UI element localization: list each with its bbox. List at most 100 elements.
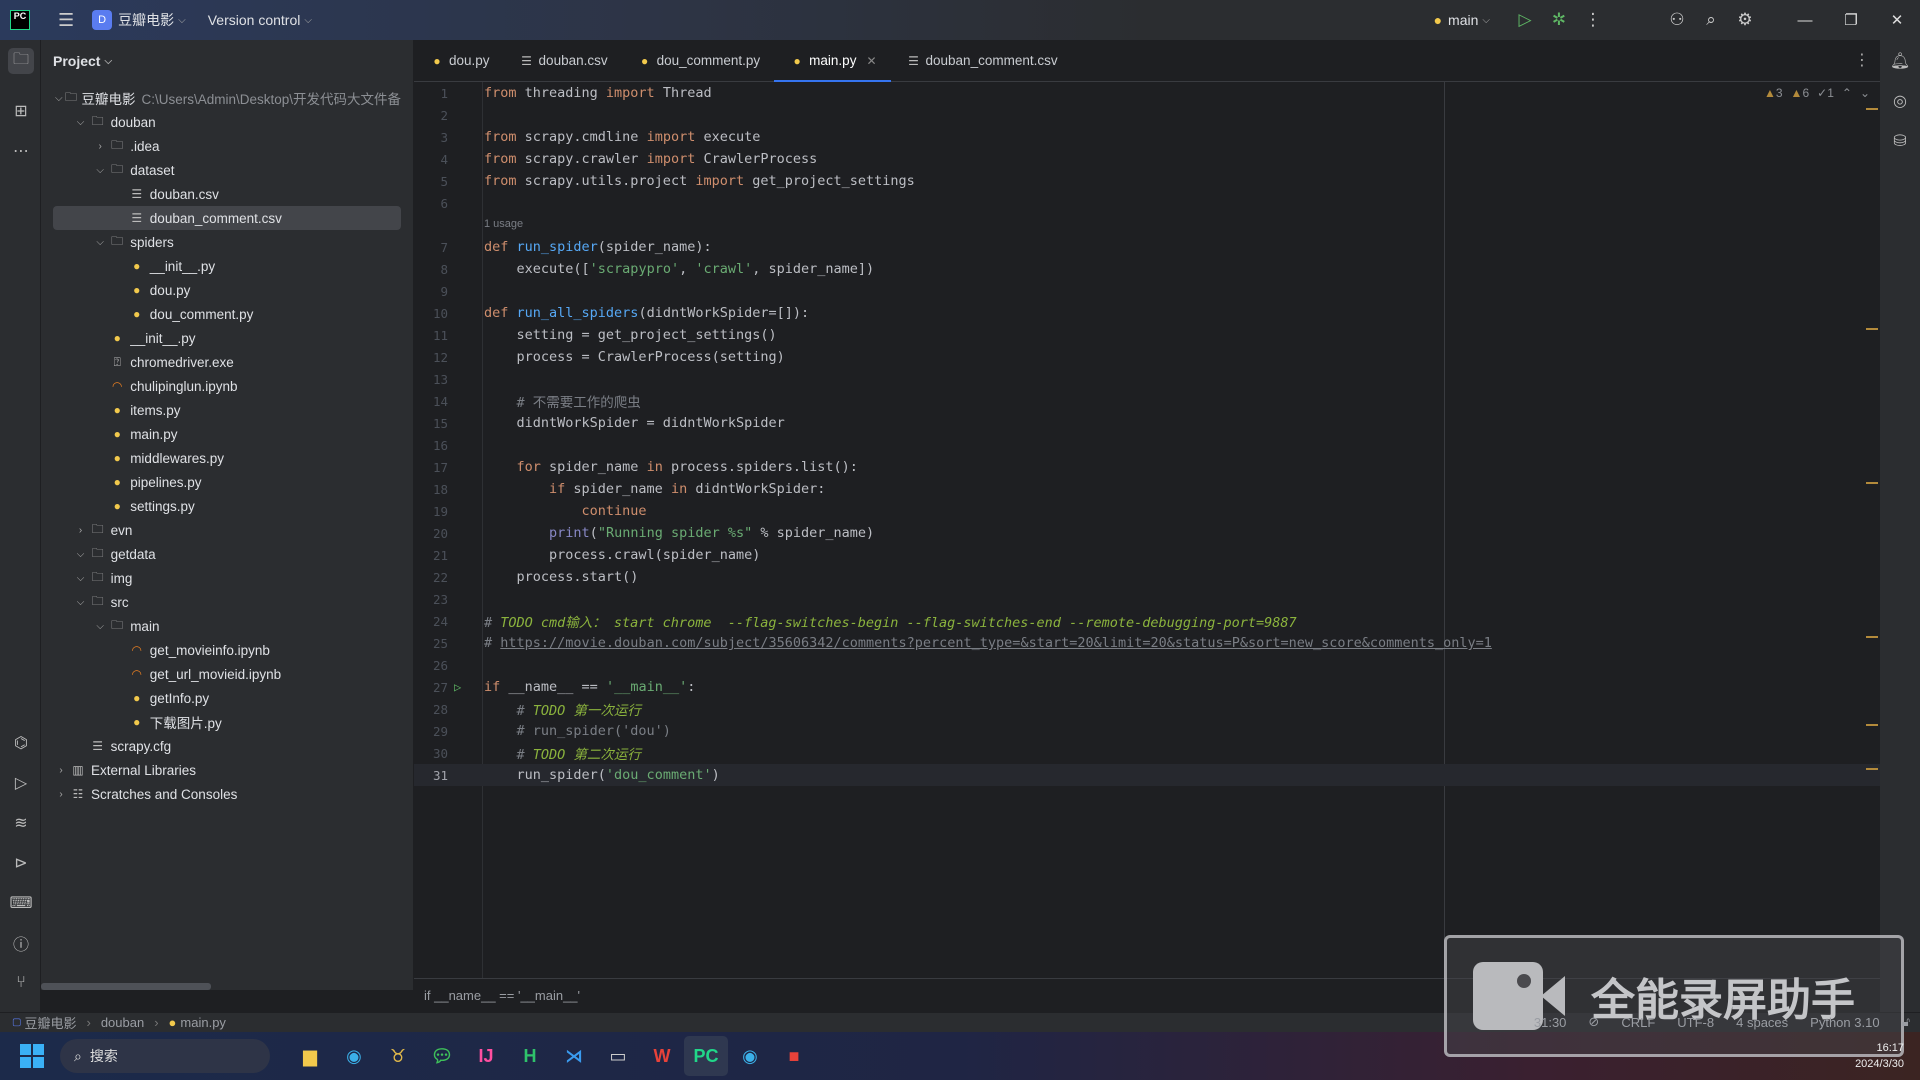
close-window-button[interactable]: ✕ xyxy=(1874,11,1920,29)
terminal-icon[interactable]: ⌨ xyxy=(8,890,34,916)
tree-item[interactable]: ● pipelines.py xyxy=(53,470,401,494)
error-stripe-mark[interactable] xyxy=(1866,482,1878,484)
project-panel-header[interactable]: Project ⌵ xyxy=(41,40,413,82)
line-number[interactable]: 23 xyxy=(414,592,448,607)
chevron-down-icon[interactable]: ⌵ xyxy=(92,237,108,248)
tree-item[interactable]: › ☷ Scratches and Consoles xyxy=(53,782,401,806)
line-number[interactable]: 5 xyxy=(414,174,448,189)
line-number[interactable]: 30 xyxy=(414,746,448,761)
lock-icon[interactable]: 🔓︎ xyxy=(1902,1014,1910,1030)
navicat-icon[interactable]: ♉ xyxy=(376,1036,420,1076)
search-icon[interactable]: ⌕ xyxy=(1694,10,1728,30)
file-explorer-icon[interactable]: ▆ xyxy=(288,1036,332,1076)
chevron-right-icon[interactable]: › xyxy=(53,789,69,800)
database-icon[interactable]: ⛁ xyxy=(1887,128,1913,154)
line-number[interactable]: 22 xyxy=(414,570,448,585)
tree-item[interactable]: ☰ douban_comment.csv xyxy=(53,206,401,230)
line-number[interactable]: 20 xyxy=(414,526,448,541)
more-icon[interactable]: ⋮ xyxy=(1576,10,1610,30)
tab-options-icon[interactable]: ⋮ xyxy=(1854,50,1870,70)
line-separator[interactable]: CRLF xyxy=(1621,1015,1655,1030)
main-menu-icon[interactable]: ☰ xyxy=(58,10,74,31)
run-gutter-icon[interactable]: ▷ xyxy=(454,680,461,694)
breadcrumb-scope[interactable]: if __name__ == '__main__' xyxy=(424,988,580,1003)
tree-item[interactable]: ● getInfo.py xyxy=(53,686,401,710)
line-number[interactable]: 15 xyxy=(414,416,448,431)
tree-item[interactable]: ◠ get_url_movieid.ipynb xyxy=(53,662,401,686)
next-highlight-icon[interactable]: ⌄ xyxy=(1860,86,1870,100)
tree-item[interactable]: ● __init__.py xyxy=(53,326,401,350)
line-number[interactable]: 3 xyxy=(414,130,448,145)
line-number[interactable]: 4 xyxy=(414,152,448,167)
python-packages-icon[interactable]: ⌬ xyxy=(8,730,34,756)
code-editor[interactable]: 1 from threading import Thread 2 3 from scra… xyxy=(414,82,1880,978)
run-config-selector[interactable]: main xyxy=(1448,12,1478,28)
tree-item[interactable]: ● middlewares.py xyxy=(53,446,401,470)
nav-path-file[interactable]: main.py xyxy=(180,1015,226,1030)
tab-main-py[interactable]: ● main.py ✕ xyxy=(774,40,891,83)
line-number[interactable]: 27 xyxy=(414,680,448,695)
chevron-down-icon[interactable]: ⌵ xyxy=(73,573,89,584)
error-stripe-mark[interactable] xyxy=(1866,724,1878,726)
line-number[interactable]: 10 xyxy=(414,306,448,321)
structure-tool-icon[interactable]: ⊞ xyxy=(8,98,34,124)
layers-icon[interactable]: ≋ xyxy=(8,810,34,836)
line-number[interactable]: 14 xyxy=(414,394,448,409)
tree-item[interactable]: ☰ douban.csv xyxy=(53,182,401,206)
tree-item[interactable]: ● dou_comment.py xyxy=(53,302,401,326)
file-encoding[interactable]: UTF-8 xyxy=(1677,1015,1714,1030)
no-vcs-icon[interactable]: ⊘ xyxy=(1588,1014,1599,1030)
line-number[interactable]: 26 xyxy=(414,658,448,673)
notifications-icon[interactable]: 🔔︎ xyxy=(1887,48,1913,74)
edge-icon[interactable]: ◉ xyxy=(728,1036,772,1076)
tree-item[interactable]: ⍰ chromedriver.exe xyxy=(53,350,401,374)
services-icon[interactable]: ⊳ xyxy=(8,850,34,876)
chevron-down-icon[interactable]: ⌵ xyxy=(92,165,108,176)
error-stripe-mark[interactable] xyxy=(1866,328,1878,330)
maximize-button[interactable]: ❐ xyxy=(1828,11,1874,29)
tree-item[interactable]: ⌵ 🗀 img xyxy=(53,566,401,590)
system-clock[interactable]: 16:17 2024/3/30 xyxy=(1855,1040,1904,1072)
tree-item[interactable]: ● items.py xyxy=(53,398,401,422)
project-badge[interactable]: D xyxy=(92,10,113,30)
line-number[interactable]: 1 xyxy=(414,86,448,101)
tree-item[interactable]: ● settings.py xyxy=(53,494,401,518)
ai-assistant-icon[interactable]: ◎ xyxy=(1887,88,1913,114)
intellij-icon[interactable]: IJ xyxy=(464,1036,508,1076)
chevron-down-icon[interactable]: ⌵ xyxy=(92,621,108,632)
tree-item[interactable]: ● 下载图片.py xyxy=(53,710,401,734)
tab-dou-py[interactable]: ● dou.py xyxy=(414,40,504,82)
python-interpreter[interactable]: Python 3.10 xyxy=(1810,1015,1879,1030)
chevron-down-icon[interactable]: ⌵ xyxy=(73,117,89,128)
screen-recorder-icon[interactable]: ■ xyxy=(772,1036,816,1076)
run-icon[interactable]: ▷ xyxy=(1508,10,1542,30)
line-number[interactable]: 24 xyxy=(414,614,448,629)
line-number[interactable]: 25 xyxy=(414,636,448,651)
terminal-app-icon[interactable]: ▭ xyxy=(596,1036,640,1076)
usage-hint[interactable]: 1 usage xyxy=(484,218,523,230)
chevron-down-icon[interactable]: ⌵ xyxy=(53,93,65,104)
git-icon[interactable]: ⑂ xyxy=(8,970,34,996)
nav-path-folder[interactable]: douban xyxy=(101,1015,144,1030)
version-control-menu[interactable]: Version control xyxy=(208,12,301,28)
chevron-down-icon[interactable]: ⌵ xyxy=(73,597,89,608)
line-number[interactable]: 11 xyxy=(414,328,448,343)
settings-icon[interactable]: ⚙ xyxy=(1728,10,1762,30)
line-number[interactable]: 31 xyxy=(414,768,448,783)
taskbar-search[interactable]: ⌕ 搜索 xyxy=(60,1039,270,1073)
chevron-right-icon[interactable]: › xyxy=(53,765,69,776)
chevron-right-icon[interactable]: › xyxy=(73,525,89,536)
windows-start-button[interactable] xyxy=(20,1044,44,1068)
tree-item[interactable]: ⌵ 🗀 spiders xyxy=(53,230,401,254)
error-stripe-mark[interactable] xyxy=(1866,636,1878,638)
nav-path-project[interactable]: 豆瓣电影 xyxy=(24,1013,76,1032)
debug-icon[interactable]: ✲ xyxy=(1542,10,1576,30)
vscode-icon[interactable]: ⋊ xyxy=(552,1036,596,1076)
line-number[interactable]: 19 xyxy=(414,504,448,519)
minimize-button[interactable]: — xyxy=(1782,12,1828,29)
inspection-widget[interactable]: ▲3 ▲6 ✓1 ⌃ ⌄ xyxy=(1764,86,1870,100)
tree-item[interactable]: › ▥ External Libraries xyxy=(53,758,401,782)
tab-douban-csv[interactable]: ☰ douban.csv xyxy=(504,40,622,82)
line-number[interactable]: 6 xyxy=(414,196,448,211)
problems-icon[interactable]: ⓘ xyxy=(8,930,34,956)
